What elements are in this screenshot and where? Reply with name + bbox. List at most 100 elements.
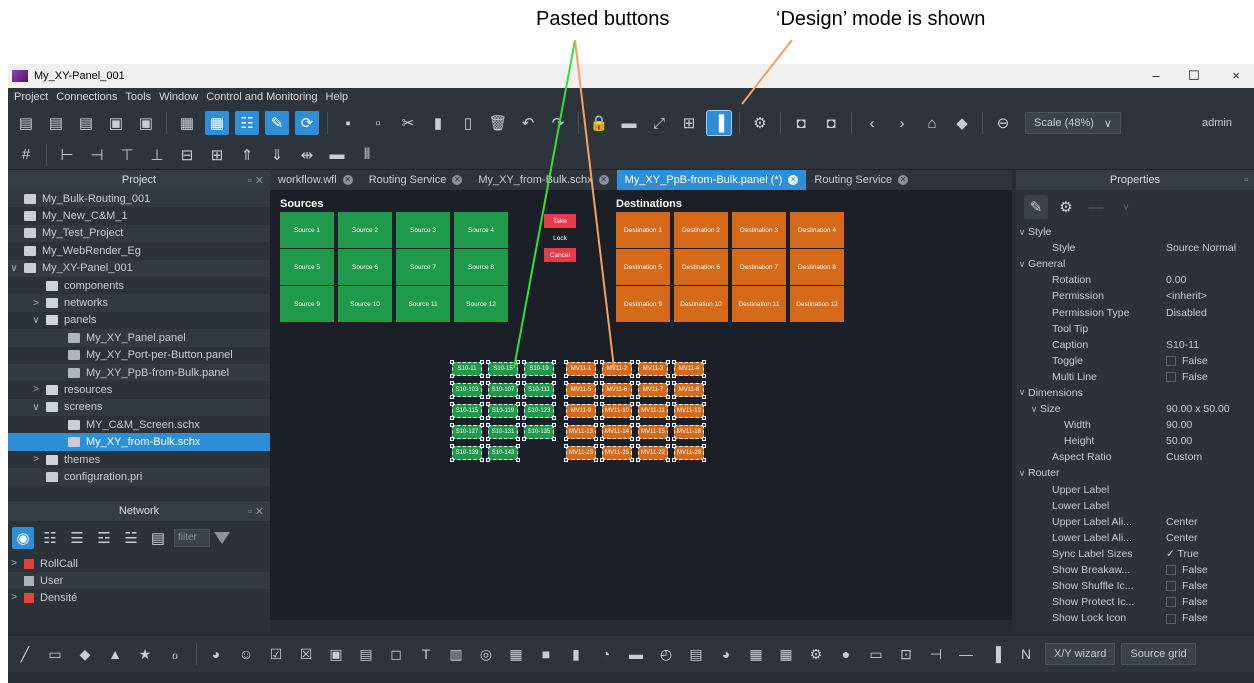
selection-handle[interactable] <box>702 458 706 462</box>
property-value[interactable]: 90.00 x 50.00 <box>1166 403 1230 415</box>
selection-handle[interactable] <box>552 360 556 364</box>
selection-handle[interactable] <box>552 381 556 385</box>
selection-handle[interactable] <box>516 444 520 448</box>
chevron-icon[interactable]: > <box>30 454 42 465</box>
panel-close-icon[interactable]: ▫ ✕ <box>248 505 264 518</box>
project-tree-item[interactable]: ∨ screens <box>8 398 270 417</box>
selection-handle[interactable] <box>564 437 568 441</box>
network-filter-input[interactable]: filter <box>174 529 210 547</box>
text-icon[interactable]: T <box>415 643 437 665</box>
pasted-source-button[interactable]: S10-135 <box>524 425 554 439</box>
checkbox[interactable] <box>1166 581 1176 592</box>
led-icon[interactable]: ▬ <box>625 643 647 665</box>
selection-handle[interactable] <box>630 402 634 406</box>
property-row[interactable]: ∨ Size 90.00 x 50.00 <box>1016 401 1254 417</box>
selection-handle[interactable] <box>600 458 604 462</box>
pasted-source-button[interactable]: S10-123 <box>524 404 554 418</box>
selection-handle[interactable] <box>702 423 706 427</box>
chevron-icon[interactable]: > <box>30 298 42 309</box>
selection-handle[interactable] <box>672 402 676 406</box>
selection-handle[interactable] <box>486 402 490 406</box>
undo-icon[interactable]: ↶ <box>516 111 540 135</box>
property-row[interactable]: Toggle False <box>1016 353 1254 369</box>
property-row[interactable]: Lower Label Ali... Center <box>1016 530 1254 546</box>
project-tree-item[interactable]: ∨ My_XY-Panel_001 <box>8 259 270 277</box>
property-value[interactable]: 90.00 <box>1166 419 1192 431</box>
selection-handle[interactable] <box>522 360 526 364</box>
selection-handle[interactable] <box>666 416 670 420</box>
grid-icon[interactable]: ▦ <box>745 643 767 665</box>
selection-handle[interactable] <box>516 423 520 427</box>
chevron-down-icon[interactable]: ∨ <box>1016 468 1028 479</box>
project-tree-item[interactable]: My_XY_from-Bulk.schx <box>8 433 270 451</box>
align-top-icon[interactable]: ⊤ <box>115 143 139 167</box>
selection-handle[interactable] <box>480 374 484 378</box>
project-tree-item[interactable]: > themes <box>8 451 270 468</box>
selection-handle[interactable] <box>666 374 670 378</box>
selection-handle[interactable] <box>702 374 706 378</box>
redo-icon[interactable]: ↷ <box>546 111 570 135</box>
source-button[interactable]: Source 6 <box>338 249 392 285</box>
property-row[interactable]: Rotation 0.00 <box>1016 272 1254 288</box>
selection-handle[interactable] <box>486 423 490 427</box>
selection-handle[interactable] <box>522 402 526 406</box>
selection-handle[interactable] <box>672 360 676 364</box>
selection-handle[interactable] <box>564 360 568 364</box>
selection-handle[interactable] <box>666 444 670 448</box>
chevron-icon[interactable]: ∨ <box>30 402 42 413</box>
selection-handle[interactable] <box>636 374 640 378</box>
selection-handle[interactable] <box>522 381 526 385</box>
network-item[interactable]: User <box>8 572 270 589</box>
selection-handle[interactable] <box>522 423 526 427</box>
chevron-icon[interactable]: > <box>8 592 20 603</box>
selection-handle[interactable] <box>630 423 634 427</box>
selection-handle[interactable] <box>666 395 670 399</box>
selection-handle[interactable] <box>702 444 706 448</box>
selection-handle[interactable] <box>522 374 526 378</box>
property-row[interactable]: ∨ Router <box>1016 465 1254 481</box>
selection-handle[interactable] <box>516 402 520 406</box>
selection-handle[interactable] <box>552 374 556 378</box>
pasted-destination-button[interactable]: MV11-16 <box>674 425 704 439</box>
expand-icon[interactable]: ⤢ <box>647 111 671 135</box>
selection-handle[interactable] <box>480 381 484 385</box>
menu-item-5[interactable]: Help <box>326 91 349 103</box>
menu-item-2[interactable]: Tools <box>125 91 151 103</box>
selection-handle[interactable] <box>600 381 604 385</box>
selection-handle[interactable] <box>516 416 520 420</box>
table-icon[interactable]: ▤ <box>685 643 707 665</box>
property-row[interactable]: ∨ General <box>1016 256 1254 272</box>
checkbox[interactable] <box>1166 613 1176 624</box>
selection-handle[interactable] <box>702 402 706 406</box>
destination-button[interactable]: Destination 7 <box>732 249 786 285</box>
source-button[interactable]: Source 11 <box>396 286 450 322</box>
selection-handle[interactable] <box>636 360 640 364</box>
minimize-button[interactable]: – <box>1138 64 1174 88</box>
pasted-source-button[interactable]: S10-143 <box>488 446 518 460</box>
property-row[interactable]: Upper Label Ali... Center <box>1016 514 1254 530</box>
selection-handle[interactable] <box>636 381 640 385</box>
property-row[interactable]: Multi Line False <box>1016 369 1254 385</box>
save-icon[interactable]: ▣ <box>104 111 128 135</box>
project-tree-item[interactable]: My_Test_Project <box>8 224 270 243</box>
line-icon[interactable]: ╱ <box>14 643 36 665</box>
selection-handle[interactable] <box>564 423 568 427</box>
selection-handle[interactable] <box>552 437 556 441</box>
property-value[interactable]: 50.00 <box>1166 435 1192 447</box>
chevron-icon[interactable]: ∨ <box>30 315 42 326</box>
checkbox2-icon[interactable]: ☒ <box>295 643 317 665</box>
editor-tab[interactable]: Routing Service ✕ <box>361 170 471 190</box>
property-row[interactable]: Show Breakaw... False <box>1016 562 1254 578</box>
xy-wizard-button[interactable]: X/Y wizard <box>1045 643 1116 665</box>
selection-handle[interactable] <box>552 416 556 420</box>
selection-handle[interactable] <box>630 381 634 385</box>
pasted-destination-button[interactable]: MV11-22 <box>638 446 668 460</box>
deploy-b-icon[interactable]: ◘ <box>819 111 843 135</box>
book-icon[interactable]: ▥ <box>445 643 467 665</box>
selection-handle[interactable] <box>486 395 490 399</box>
selection-handle[interactable] <box>594 423 598 427</box>
pasted-destination-button[interactable]: MV11-10 <box>602 404 632 418</box>
selection-handle[interactable] <box>564 444 568 448</box>
properties-dropdown-icon[interactable]: ∨ <box>1114 195 1138 219</box>
pasted-destination-button[interactable]: MV11-15 <box>638 425 668 439</box>
